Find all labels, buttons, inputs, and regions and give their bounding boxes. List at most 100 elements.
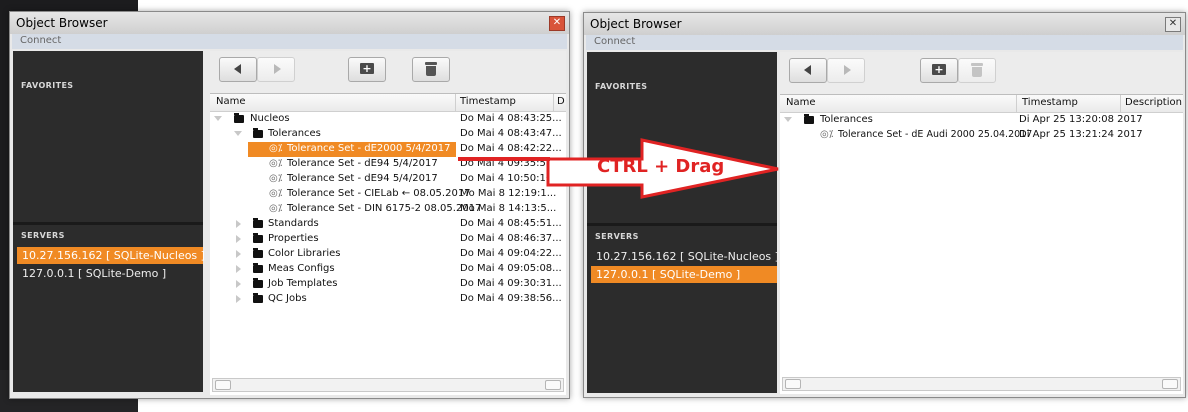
sidebar: FAVORITES SERVERS 10.27.156.162 [ SQLite…	[13, 51, 205, 392]
column-separator[interactable]	[1120, 95, 1121, 112]
tree-row-color-libraries[interactable]: Color Libraries Do Mai 4 09:04:22...	[210, 247, 566, 262]
column-name[interactable]: Name	[786, 97, 816, 108]
arrow-right-icon	[274, 64, 281, 74]
tree-row-nucleos[interactable]: Nucleos Do Mai 4 08:43:25...	[210, 112, 566, 127]
server-item-nucleos[interactable]: 10.27.156.162 [ SQLite-Nucleos ]	[17, 247, 205, 264]
server-item-demo[interactable]: 127.0.0.1 [ SQLite-Demo ]	[17, 265, 203, 282]
back-button[interactable]	[789, 58, 827, 83]
row-name: Tolerance Set - dE Audi 2000 25.04.2017	[838, 129, 1033, 140]
tree-row-properties[interactable]: Properties Do Mai 4 08:46:37...	[210, 232, 566, 247]
title-bar[interactable]: Object Browser ✕	[10, 12, 569, 34]
trash-icon	[971, 63, 983, 77]
horizontal-scrollbar[interactable]	[212, 378, 564, 392]
back-button[interactable]	[219, 57, 257, 82]
delete-button[interactable]	[412, 57, 450, 82]
close-icon[interactable]: ✕	[549, 16, 565, 31]
window-title: Object Browser	[590, 17, 682, 31]
forward-button[interactable]	[257, 57, 295, 82]
expand-toggle-icon[interactable]	[236, 295, 241, 303]
sidebar-divider	[587, 223, 777, 226]
tree-row-standards[interactable]: Standards Do Mai 4 08:45:51...	[210, 217, 566, 232]
tolerance-set-icon: ◎⁒	[820, 129, 834, 140]
arrow-right-icon	[844, 65, 851, 75]
row-name: Standards	[268, 218, 319, 229]
menu-connect[interactable]: Connect	[594, 36, 635, 47]
row-name: Tolerances	[820, 114, 873, 125]
folder-icon	[253, 233, 263, 243]
main-panel: + Name Timestamp Description Tolerances …	[780, 52, 1183, 394]
scroll-right-handle[interactable]	[1162, 379, 1178, 389]
close-icon[interactable]: ✕	[1165, 17, 1181, 32]
server-item-nucleos[interactable]: 10.27.156.162 [ SQLite-Nucleos ]	[591, 248, 779, 265]
row-timestamp: Do Mai 4 10:50:10...	[460, 173, 562, 184]
add-button[interactable]: +	[920, 58, 958, 83]
left-object-browser-window: Object Browser ✕ Connect FAVORITES SERVE…	[9, 11, 570, 399]
tolerance-set-icon: ◎⁒	[269, 188, 283, 199]
folder-icon	[253, 278, 263, 288]
horizontal-scrollbar[interactable]	[782, 377, 1181, 391]
expand-toggle-icon[interactable]	[236, 280, 241, 288]
tree-row-tolerances[interactable]: Tolerances Do Mai 4 08:43:47...	[210, 127, 566, 142]
row-name: Tolerance Set - dE94 5/4/2017	[287, 173, 438, 184]
table-header: Name Timestamp Description	[780, 95, 1183, 113]
scroll-right-handle[interactable]	[545, 380, 561, 390]
tree-row-job-templates[interactable]: Job Templates Do Mai 4 09:30:31...	[210, 277, 566, 292]
expand-toggle-icon[interactable]	[784, 117, 792, 122]
expand-toggle-icon[interactable]	[236, 220, 241, 228]
main-panel: + Name Timestamp D Nucleos Do Mai 4 08:4…	[210, 51, 566, 395]
tree-row-tolerance-set[interactable]: ◎⁒ Tolerance Set - dE Audi 2000 25.04.20…	[780, 128, 1183, 143]
menu-connect[interactable]: Connect	[20, 35, 61, 46]
expand-toggle-icon[interactable]	[214, 116, 222, 121]
tree-row-tolerance-set[interactable]: ◎⁒ Tolerance Set - dE94 5/4/2017 Do Mai …	[210, 172, 566, 187]
tree-row-tolerance-set-selected[interactable]: ◎⁒ Tolerance Set - dE2000 5/4/2017 Do Ma…	[210, 142, 566, 157]
tree-row-tolerances[interactable]: Tolerances Di Apr 25 13:20:08 2017	[780, 113, 1183, 128]
row-timestamp: Do Mai 4 08:45:51...	[460, 218, 562, 229]
tolerance-set-icon: ◎⁒	[269, 158, 283, 169]
row-name: Tolerance Set - CIELab ← 08.05.2017	[287, 188, 471, 199]
tree-row-tolerance-set[interactable]: ◎⁒ Tolerance Set - CIELab ← 08.05.2017 M…	[210, 187, 566, 202]
expand-toggle-icon[interactable]	[236, 235, 241, 243]
row-timestamp: Do Mai 4 08:46:37...	[460, 233, 562, 244]
column-timestamp[interactable]: Timestamp	[460, 96, 516, 107]
delete-button[interactable]	[958, 58, 996, 83]
favorites-header: FAVORITES	[595, 82, 648, 91]
expand-toggle-icon[interactable]	[236, 265, 241, 273]
column-separator[interactable]	[553, 94, 554, 111]
scroll-left-handle[interactable]	[215, 380, 231, 390]
title-bar[interactable]: Object Browser ✕	[584, 13, 1185, 35]
row-timestamp: Do Mai 4 09:30:31...	[460, 278, 562, 289]
window-title: Object Browser	[16, 16, 108, 30]
toolbar: +	[210, 51, 566, 93]
add-button[interactable]: +	[348, 57, 386, 82]
folder-icon	[804, 114, 814, 124]
tolerance-set-icon: ◎⁒	[269, 143, 283, 154]
row-name: Properties	[268, 233, 319, 244]
favorites-header: FAVORITES	[21, 81, 74, 90]
column-separator[interactable]	[1016, 95, 1017, 112]
column-timestamp[interactable]: Timestamp	[1022, 97, 1078, 108]
tree-row-qc-jobs[interactable]: QC Jobs Do Mai 4 09:38:56...	[210, 292, 566, 307]
scroll-left-handle[interactable]	[785, 379, 801, 389]
server-item-demo[interactable]: 127.0.0.1 [ SQLite-Demo ]	[591, 266, 777, 283]
arrow-left-icon	[234, 64, 241, 74]
row-timestamp: Do Mai 4 08:43:25...	[460, 113, 562, 124]
column-description[interactable]: Description	[1125, 97, 1182, 108]
row-name: Tolerances	[268, 128, 321, 139]
tree-row-tolerance-set[interactable]: ◎⁒ Tolerance Set - DIN 6175-2 08.05.2017…	[210, 202, 566, 217]
expand-toggle-icon[interactable]	[234, 131, 242, 136]
tree-row-meas-configs[interactable]: Meas Configs Do Mai 4 09:05:08...	[210, 262, 566, 277]
sidebar: FAVORITES SERVERS 10.27.156.162 [ SQLite…	[587, 52, 779, 393]
tolerance-set-icon: ◎⁒	[269, 203, 283, 214]
forward-button[interactable]	[827, 58, 865, 83]
column-name[interactable]: Name	[216, 96, 246, 107]
row-name: Meas Configs	[268, 263, 335, 274]
row-timestamp: Do Mai 4 09:04:22...	[460, 248, 562, 259]
row-name: Nucleos	[250, 113, 290, 124]
row-timestamp: Di Apr 25 13:20:08 2017	[1019, 114, 1143, 125]
sidebar-divider	[13, 222, 203, 225]
column-description[interactable]: D	[557, 96, 565, 107]
column-separator[interactable]	[455, 94, 456, 111]
expand-toggle-icon[interactable]	[236, 250, 241, 258]
folder-icon	[253, 263, 263, 273]
tree-row-tolerance-set[interactable]: ◎⁒ Tolerance Set - dE94 5/4/2017 Do Mai …	[210, 157, 566, 172]
